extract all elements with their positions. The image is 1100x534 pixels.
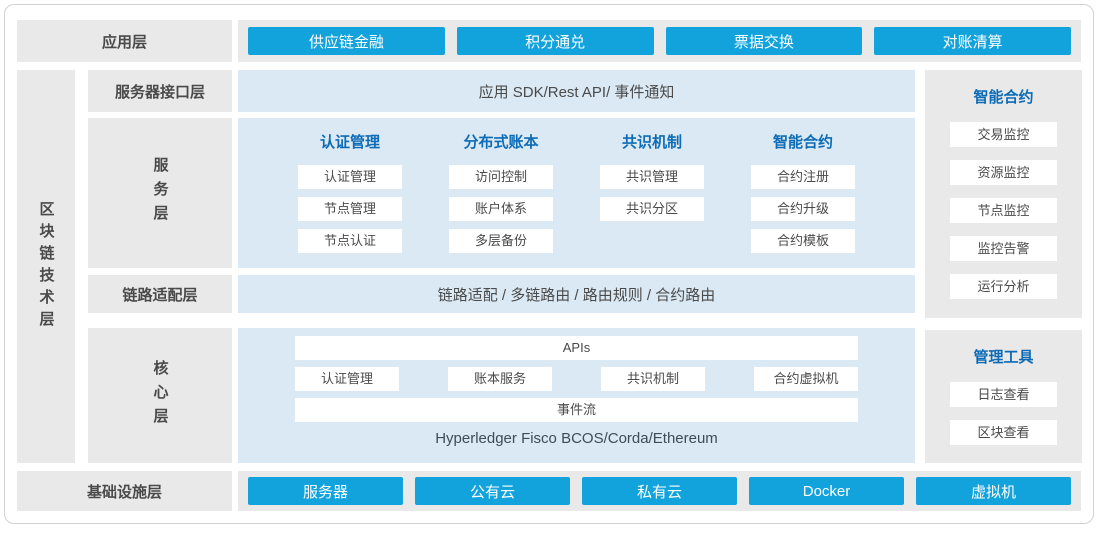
infra-layer-band: 服务器 公有云 私有云 Docker 虚拟机 [238,471,1081,511]
app-box-points-exchange: 积分通兑 [457,27,654,55]
tools-panel: 管理工具 日志查看 区块查看 [925,330,1082,463]
infra-box-public-cloud: 公有云 [415,477,570,505]
service-layer-text: 服务层 [150,157,171,229]
infra-box-private-cloud: 私有云 [582,477,737,505]
core-modules-row: 认证管理 账本服务 共识机制 合约虚拟机 [295,367,858,391]
service-group-header: 分布式账本 [449,131,553,152]
service-group-smart-contract: 智能合约 合约注册 合约升级 合约模板 [751,131,855,268]
server-interface-content: 应用 SDK/Rest API/ 事件通知 [238,70,915,112]
core-module: 共识机制 [601,367,705,391]
link-adapter-content: 链路适配 / 多链路由 / 路由规则 / 合约路由 [238,275,915,313]
tools-item: 区块查看 [950,420,1057,445]
tools-panel-items: 日志查看 区块查看 [925,382,1082,445]
monitor-panel: 智能合约 交易监控 资源监控 节点监控 监控告警 运行分析 [925,70,1082,318]
app-box-reconciliation-clearing: 对账清算 [874,27,1071,55]
service-item: 节点认证 [298,229,402,253]
service-group-auth: 认证管理 认证管理 节点管理 节点认证 [298,131,402,268]
core-layer-text: 核心层 [150,360,171,432]
monitor-item: 资源监控 [950,160,1057,185]
monitor-item: 交易监控 [950,122,1057,147]
link-adapter-layer-label: 链路适配层 [88,275,232,313]
app-layer-label: 应用层 [17,20,232,62]
tools-panel-header: 管理工具 [925,330,1082,367]
service-item: 合约模板 [751,229,855,253]
server-interface-layer-label: 服务器接口层 [88,70,232,112]
core-layer-label: 核心层 [88,328,232,463]
service-item: 共识管理 [600,165,704,189]
architecture-diagram: 应用层 供应链金融 积分通兑 票据交换 对账清算 区块链技术层 服务器接口层 服… [0,0,1100,534]
monitor-panel-items: 交易监控 资源监控 节点监控 监控告警 运行分析 [925,122,1082,299]
monitor-panel-header: 智能合约 [925,70,1082,107]
infra-layer-label: 基础设施层 [17,471,232,511]
monitor-item: 节点监控 [950,198,1057,223]
service-item: 认证管理 [298,165,402,189]
service-layer-panel: 认证管理 认证管理 节点管理 节点认证 分布式账本 访问控制 账户体系 多层备份… [238,118,915,268]
service-group-ledger: 分布式账本 访问控制 账户体系 多层备份 [449,131,553,268]
service-group-header: 智能合约 [751,131,855,152]
service-item: 账户体系 [449,197,553,221]
service-group-consensus: 共识机制 共识管理 共识分区 [600,131,704,268]
service-group-header: 共识机制 [600,131,704,152]
service-group-header: 认证管理 [298,131,402,152]
blockchain-tech-layer-text: 区块链技术层 [36,201,57,333]
service-item: 共识分区 [600,197,704,221]
core-module: 合约虚拟机 [754,367,858,391]
app-box-supply-chain-finance: 供应链金融 [248,27,445,55]
service-item: 合约升级 [751,197,855,221]
service-item: 合约注册 [751,165,855,189]
infra-box-server: 服务器 [248,477,403,505]
service-layer-label: 服务层 [88,118,232,268]
monitor-item: 监控告警 [950,236,1057,261]
core-apis-bar: APIs [295,336,858,360]
service-item: 节点管理 [298,197,402,221]
core-event-stream-bar: 事件流 [295,398,858,422]
app-box-bill-exchange: 票据交换 [666,27,863,55]
core-module: 账本服务 [448,367,552,391]
service-item: 多层备份 [449,229,553,253]
core-platforms-text: Hyperledger Fisco BCOS/Corda/Ethereum [295,430,858,447]
blockchain-tech-layer-label: 区块链技术层 [17,70,75,463]
app-layer-band: 供应链金融 积分通兑 票据交换 对账清算 [238,20,1081,62]
core-layer-panel: APIs 认证管理 账本服务 共识机制 合约虚拟机 事件流 Hyperledge… [238,328,915,463]
infra-box-vm: 虚拟机 [916,477,1071,505]
tools-item: 日志查看 [950,382,1057,407]
infra-box-docker: Docker [749,477,904,505]
core-module: 认证管理 [295,367,399,391]
service-item: 访问控制 [449,165,553,189]
monitor-item: 运行分析 [950,274,1057,299]
